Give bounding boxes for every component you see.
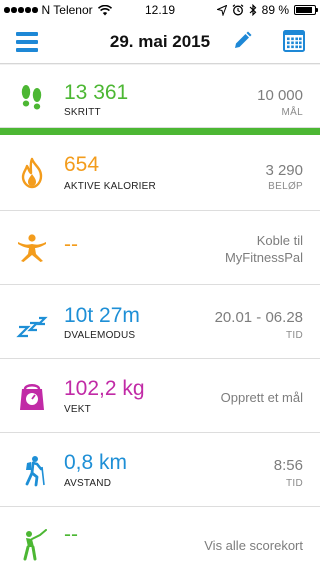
location-arrow-icon <box>216 4 227 16</box>
calendar-grid-icon[interactable] <box>283 30 305 52</box>
myfitnesspal-connect-line2[interactable]: MyFitnessPal <box>225 249 303 266</box>
myfitnesspal-figure-icon <box>18 234 46 262</box>
sleep-time-value: 20.01 - 06.28 <box>214 309 303 326</box>
sleep-row[interactable]: 10t 27m DVALEMODUS 20.01 - 06.28 TID <box>0 285 320 359</box>
status-bar: N Telenor 12.19 89 % <box>0 0 320 20</box>
calories-value: 654 <box>64 153 100 176</box>
dashboard-screen: N Telenor 12.19 89 % 29. mai 2015 13 361… <box>0 0 320 568</box>
steps-goal-label: MÅL <box>281 107 303 118</box>
footprints-icon <box>21 85 42 110</box>
battery-icon <box>294 5 318 15</box>
bluetooth-icon <box>249 4 257 16</box>
weight-value: 102,2 kg <box>64 377 145 400</box>
date-title[interactable]: 29. mai 2015 <box>0 32 320 52</box>
distance-row[interactable]: 0,8 km AVSTAND 8:56 TID <box>0 433 320 507</box>
pencil-icon[interactable] <box>232 31 252 51</box>
golf-row[interactable]: -- Vis alle scorekort <box>0 507 320 568</box>
status-right: 89 % <box>216 3 318 17</box>
distance-time-label: TID <box>285 478 303 489</box>
distance-time-value: 8:56 <box>273 457 303 474</box>
weight-create-goal[interactable]: Opprett et mål <box>221 389 303 406</box>
golf-value: -- <box>64 523 78 546</box>
golfer-icon <box>23 529 47 561</box>
hiker-icon <box>25 456 45 487</box>
weight-row[interactable]: 102,2 kg VEKT Opprett et mål <box>0 359 320 433</box>
scale-icon <box>20 384 44 410</box>
calories-total-value: 3 290 <box>265 162 303 179</box>
steps-progress-bar <box>0 128 320 135</box>
sleep-zzz-icon <box>16 316 48 338</box>
sleep-time-label: TID <box>285 330 303 341</box>
weight-label: VEKT <box>64 404 91 415</box>
distance-value: 0,8 km <box>64 451 128 474</box>
golf-show-scorecards[interactable]: Vis alle scorekort <box>204 537 303 554</box>
steps-row[interactable]: 13 361 SKRITT 10 000 MÅL <box>0 65 320 128</box>
steps-label: SKRITT <box>64 107 101 118</box>
distance-label: AVSTAND <box>64 478 112 489</box>
myfitnesspal-connect-line1[interactable]: Koble til <box>257 232 303 249</box>
calories-total-label: BELØP <box>268 181 303 192</box>
sleep-label: DVALEMODUS <box>64 330 136 341</box>
calories-row[interactable]: 654 AKTIVE KALORIER 3 290 BELØP <box>0 135 320 211</box>
steps-value: 13 361 <box>64 81 129 104</box>
myfitnesspal-row[interactable]: -- Koble til MyFitnessPal <box>0 211 320 285</box>
myfitnesspal-value: -- <box>64 233 78 256</box>
sleep-value: 10t 27m <box>64 304 140 327</box>
calories-label: AKTIVE KALORIER <box>64 181 156 192</box>
steps-goal-value: 10 000 <box>257 87 303 104</box>
app-header: 29. mai 2015 <box>0 20 320 64</box>
flame-icon <box>21 157 43 189</box>
battery-percentage: 89 % <box>261 3 289 17</box>
alarm-clock-icon <box>232 4 244 16</box>
